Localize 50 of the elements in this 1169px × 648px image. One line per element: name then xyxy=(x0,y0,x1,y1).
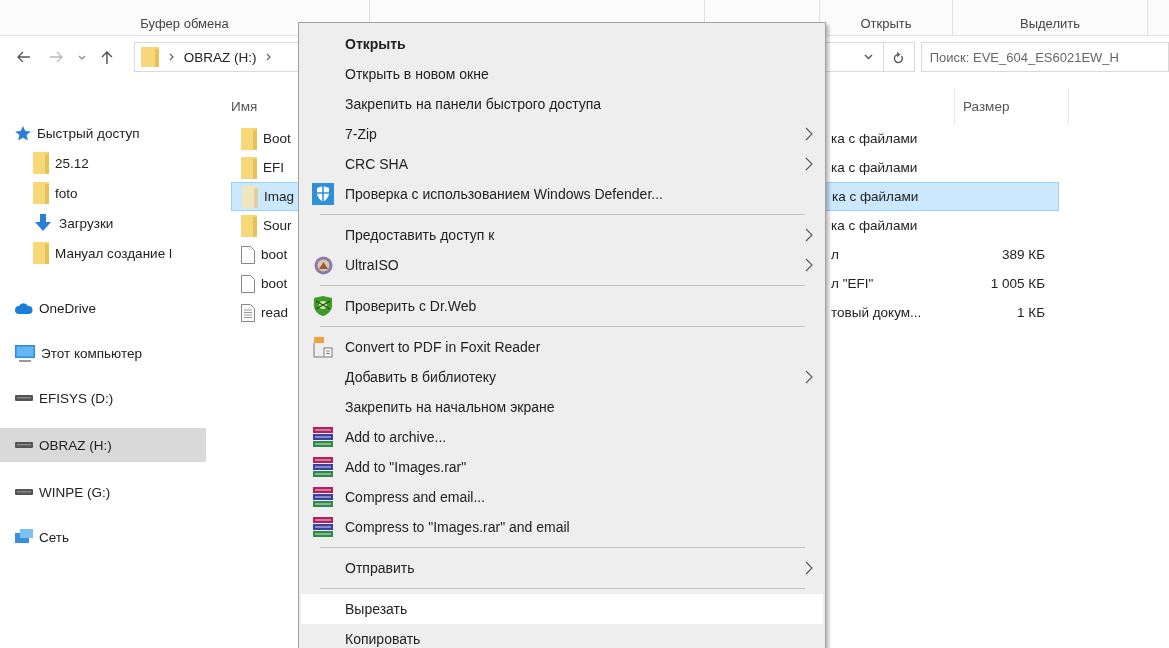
menu-label: CRC SHA xyxy=(345,156,408,172)
file-name: boot xyxy=(261,247,288,262)
sidebar-label: Быстрый доступ xyxy=(37,125,140,141)
file-type: ка с файлами xyxy=(831,160,919,175)
menu-label: Add to archive... xyxy=(345,429,447,445)
menu-label: Compress and email... xyxy=(345,489,486,505)
menu-label: Отправить xyxy=(345,560,415,576)
menu-label: Открыть в новом окне xyxy=(345,66,489,82)
menu-label: Открыть xyxy=(345,36,406,52)
sidebar-label: OneDrive xyxy=(39,300,97,316)
ribbon-group-label: Выделить xyxy=(1020,16,1080,31)
menu-label: Закрепить на начальном экране xyxy=(345,399,555,415)
menu-label: Проверка с использованием Windows Defender... xyxy=(345,186,663,202)
file-name: boot xyxy=(261,276,288,291)
file-name: Boot xyxy=(263,131,291,146)
ribbon-group-label: Буфер обмена xyxy=(140,16,229,31)
file-name: EFI xyxy=(263,160,284,175)
sidebar-label: Этот компьютер xyxy=(41,345,142,361)
menu-label: Копировать xyxy=(345,631,421,647)
file-name: read xyxy=(261,305,289,320)
file-type: ка с файлами xyxy=(832,189,920,204)
file-name: Imag xyxy=(264,189,294,204)
file-type: ка с файлами xyxy=(831,131,919,146)
sidebar-label: 25.12 xyxy=(55,155,89,171)
menu-label: 7-Zip xyxy=(345,126,377,142)
menu-label: Добавить в библиотеку xyxy=(345,369,497,385)
menu-label: Предоставить доступ к xyxy=(345,227,495,243)
menu-label: Проверить с Dr.Web xyxy=(345,298,477,314)
sidebar-label: Сеть xyxy=(39,529,70,545)
menu-label: Закрепить на панели быстрого доступа xyxy=(345,96,602,112)
file-size: 1 КБ xyxy=(1016,305,1045,320)
file-type: л xyxy=(831,247,840,262)
menu-label: Compress to "Images.rar" and email xyxy=(345,519,570,535)
sidebar-label: OBRAZ (H:) xyxy=(39,437,112,453)
sidebar-label: WINPE (G:) xyxy=(39,484,111,500)
menu-label: Вырезать xyxy=(345,601,408,617)
file-name: Sour xyxy=(263,218,292,233)
menu-label: Add to "Images.rar" xyxy=(345,459,467,475)
ribbon-group-label: Открыть xyxy=(860,16,912,31)
file-size: 1 005 КБ xyxy=(989,276,1045,291)
sidebar-label: EFISYS (D:) xyxy=(39,390,114,406)
sidebar-label: Загрузки xyxy=(59,215,114,231)
sidebar-label: foto xyxy=(55,185,78,201)
file-size: 389 КБ xyxy=(1001,247,1045,262)
file-type: товый докум... xyxy=(831,305,923,320)
file-type: ка с файлами xyxy=(831,218,919,233)
file-type: л "EFI" xyxy=(831,276,875,291)
menu-label: UltraISO xyxy=(345,257,399,273)
sidebar-label: Мануал создание l xyxy=(55,245,172,261)
menu-label: Convert to PDF in Foxit Reader xyxy=(345,339,541,355)
